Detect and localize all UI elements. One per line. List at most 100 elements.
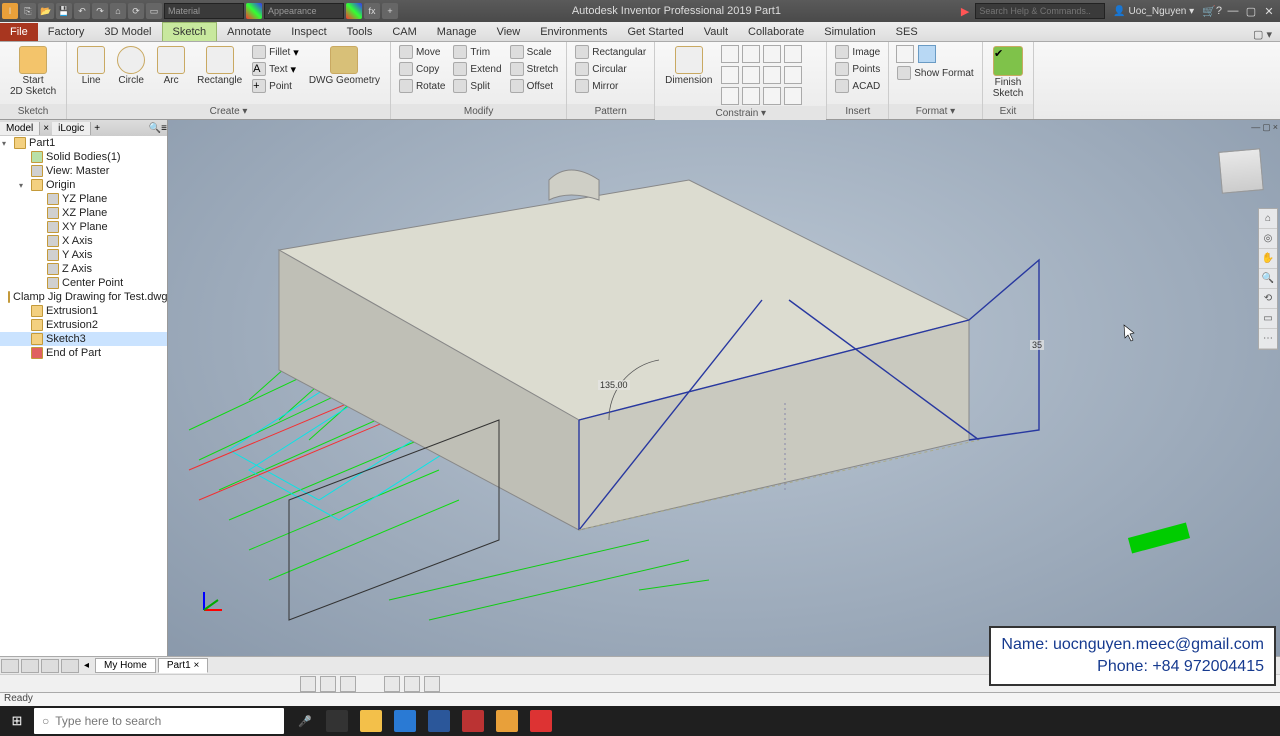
- tab-manage[interactable]: Manage: [427, 23, 487, 41]
- help-search[interactable]: [975, 3, 1105, 19]
- finish-sketch-button[interactable]: ✔Finish Sketch: [989, 44, 1028, 101]
- browser-search-icon[interactable]: 🔍: [149, 123, 161, 134]
- snap-icon-4[interactable]: [384, 676, 400, 692]
- centerline-toggle-icon[interactable]: [918, 45, 936, 63]
- equal-constraint-icon[interactable]: [784, 87, 802, 105]
- minimize-button[interactable]: —: [1226, 5, 1240, 18]
- tab-simulation[interactable]: Simulation: [814, 23, 885, 41]
- offset-button[interactable]: Offset: [508, 78, 561, 94]
- browser-tab-model[interactable]: Model: [0, 122, 40, 135]
- trim-button[interactable]: Trim: [451, 44, 503, 60]
- parallel-constraint-icon[interactable]: [721, 66, 739, 84]
- extend-button[interactable]: Extend: [451, 61, 503, 77]
- horizontal-constraint-icon[interactable]: [763, 66, 781, 84]
- viewport-minimize-icon[interactable]: —: [1251, 122, 1260, 133]
- scale-button[interactable]: Scale: [508, 44, 561, 60]
- vertical-constraint-icon[interactable]: [784, 66, 802, 84]
- tree-node[interactable]: Clamp Jig Drawing for Test.dwg: [0, 290, 167, 304]
- snap-icon-6[interactable]: [424, 676, 440, 692]
- points-button[interactable]: Points: [833, 61, 882, 77]
- dimension-height[interactable]: 35: [1030, 340, 1044, 350]
- word-icon[interactable]: [422, 706, 456, 736]
- snap-icon-3[interactable]: [340, 676, 356, 692]
- rectangular-pattern-button[interactable]: Rectangular: [573, 44, 648, 60]
- explorer-icon[interactable]: [354, 706, 388, 736]
- inventor-icon[interactable]: [490, 706, 524, 736]
- view-mode-icon-4[interactable]: [61, 659, 79, 673]
- browser-tab-add-icon[interactable]: +: [91, 123, 103, 134]
- line-button[interactable]: Line: [73, 44, 109, 88]
- app-icon[interactable]: I: [2, 3, 18, 19]
- undo-icon[interactable]: ↶: [74, 3, 90, 19]
- mirror-button[interactable]: Mirror: [573, 78, 648, 94]
- tree-node[interactable]: ▾Origin: [0, 178, 167, 192]
- tab-getstarted[interactable]: Get Started: [617, 23, 693, 41]
- home-icon[interactable]: ⌂: [110, 3, 126, 19]
- view-mode-icon-3[interactable]: [41, 659, 59, 673]
- view-cube[interactable]: [1218, 148, 1264, 194]
- autocad-icon[interactable]: [456, 706, 490, 736]
- tree-node[interactable]: End of Part: [0, 346, 167, 360]
- dimension-angle[interactable]: 135.00: [598, 380, 630, 390]
- nav-lookat-icon[interactable]: ▭: [1259, 309, 1277, 329]
- tab-sketch[interactable]: Sketch: [162, 22, 218, 41]
- nav-zoom-icon[interactable]: 🔍: [1259, 269, 1277, 289]
- tab-factory[interactable]: Factory: [38, 23, 95, 41]
- maximize-button[interactable]: ▢: [1244, 5, 1258, 18]
- circle-button[interactable]: Circle: [113, 44, 149, 88]
- fx-icon[interactable]: fx: [364, 3, 380, 19]
- select-icon[interactable]: ▭: [146, 3, 162, 19]
- snap-icon-1[interactable]: [300, 676, 316, 692]
- snap-icon-5[interactable]: [404, 676, 420, 692]
- fillet-button[interactable]: Fillet ▾: [250, 44, 301, 60]
- snap-icon-2[interactable]: [320, 676, 336, 692]
- nav-pan-icon[interactable]: ✋: [1259, 249, 1277, 269]
- viewport-close-icon[interactable]: ×: [1273, 122, 1278, 133]
- close-button[interactable]: ✕: [1262, 5, 1276, 18]
- move-button[interactable]: Move: [397, 44, 447, 60]
- tree-node[interactable]: Extrusion2: [0, 318, 167, 332]
- tree-node[interactable]: Y Axis: [0, 248, 167, 262]
- color-icon[interactable]: [346, 3, 362, 19]
- rotate-button[interactable]: Rotate: [397, 78, 447, 94]
- tree-node[interactable]: Extrusion1: [0, 304, 167, 318]
- file-tab[interactable]: File: [0, 23, 38, 41]
- tree-node[interactable]: View: Master: [0, 164, 167, 178]
- rectangle-button[interactable]: Rectangle: [193, 44, 246, 88]
- redo-icon[interactable]: ↷: [92, 3, 108, 19]
- circular-pattern-button[interactable]: Circular: [573, 61, 648, 77]
- appearance-swatch-icon[interactable]: [246, 3, 262, 19]
- tab-tools[interactable]: Tools: [337, 23, 383, 41]
- browser-tab-ilogic[interactable]: iLogic: [52, 122, 91, 135]
- tab-cam[interactable]: CAM: [382, 23, 426, 41]
- smooth-constraint-icon[interactable]: [742, 87, 760, 105]
- nav-fullnav-icon[interactable]: ◎: [1259, 229, 1277, 249]
- concentric-constraint-icon[interactable]: [763, 45, 781, 63]
- tree-node[interactable]: XY Plane: [0, 220, 167, 234]
- nav-orbit-icon[interactable]: ⟲: [1259, 289, 1277, 309]
- stretch-button[interactable]: Stretch: [508, 61, 561, 77]
- construction-toggle-icon[interactable]: [896, 45, 914, 63]
- tab-environments[interactable]: Environments: [530, 23, 617, 41]
- tree-node[interactable]: Solid Bodies(1): [0, 150, 167, 164]
- tab-part1[interactable]: Part1 ×: [158, 658, 209, 673]
- text-button[interactable]: AText ▾: [250, 61, 301, 77]
- taskbar-search[interactable]: ○ Type here to search: [34, 708, 284, 734]
- save-icon[interactable]: 💾: [56, 3, 72, 19]
- open-icon[interactable]: 📂: [38, 3, 54, 19]
- dwg-geometry-button[interactable]: DWG Geometry: [305, 44, 384, 88]
- appearance-combo[interactable]: Appearance: [264, 3, 344, 19]
- plus-icon[interactable]: +: [382, 3, 398, 19]
- tab-nav-left-icon[interactable]: ◂: [80, 660, 93, 671]
- view-mode-icon[interactable]: [1, 659, 19, 673]
- show-format-button[interactable]: Show Format: [895, 65, 975, 81]
- taskview-icon[interactable]: [320, 706, 354, 736]
- tree-node[interactable]: YZ Plane: [0, 192, 167, 206]
- browser-tree[interactable]: ▾Part1 Solid Bodies(1)View: Master▾Origi…: [0, 136, 167, 656]
- collinear-constraint-icon[interactable]: [742, 45, 760, 63]
- perpendicular-constraint-icon[interactable]: [742, 66, 760, 84]
- start-2d-sketch-button[interactable]: Start 2D Sketch: [6, 44, 60, 99]
- viewport-maximize-icon[interactable]: ▢: [1262, 122, 1271, 133]
- edge-icon[interactable]: [388, 706, 422, 736]
- tangent-constraint-icon[interactable]: [721, 87, 739, 105]
